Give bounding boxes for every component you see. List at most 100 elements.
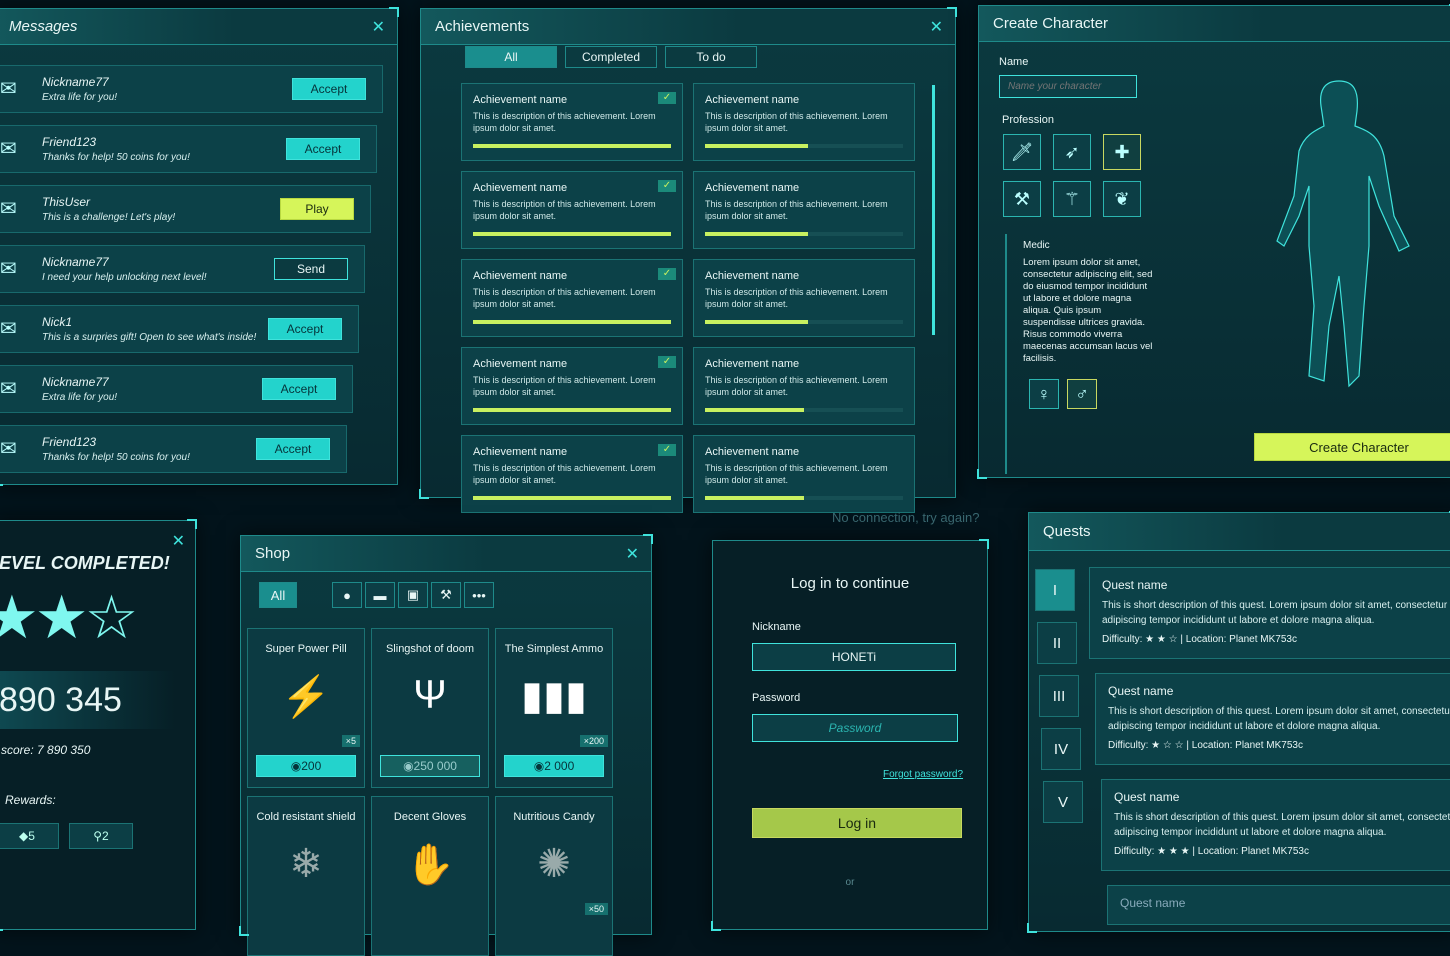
- level-score: 890 345: [0, 681, 122, 719]
- shop-header: Shop ✕: [241, 536, 651, 572]
- message-action-button[interactable]: Accept: [292, 78, 366, 100]
- more-icon[interactable]: •••: [464, 582, 494, 608]
- create-character-button[interactable]: Create Character: [1254, 433, 1450, 461]
- hammer-icon[interactable]: ⚒: [1003, 181, 1041, 217]
- messages-panel: Messages ✕ ✉ Nickname77 Extra life for you!…: [0, 7, 399, 486]
- coin-envelope-icon: ✉: [0, 138, 17, 160]
- key-icon: ⚲: [93, 829, 103, 843]
- close-icon[interactable]: ✕: [626, 544, 639, 564]
- envelope-icon: ✉: [0, 438, 17, 460]
- tab-completed[interactable]: Completed: [565, 46, 657, 68]
- coin-icon: ◉: [290, 759, 302, 773]
- male-icon[interactable]: ♂: [1067, 379, 1097, 409]
- quest-tab-iv[interactable]: IV: [1041, 728, 1081, 770]
- candy-icon: ✺: [537, 842, 571, 886]
- message-action-button[interactable]: Accept: [286, 138, 360, 160]
- message-action-button[interactable]: Send: [274, 258, 348, 280]
- quests-header: Quests: [1029, 513, 1450, 551]
- tab-all[interactable]: All: [259, 582, 297, 608]
- armor-icon[interactable]: ▣: [398, 582, 428, 608]
- buy-button[interactable]: ◉ 200: [256, 755, 356, 777]
- quest-name: Quest name: [1114, 790, 1180, 804]
- message-row: ✉ Nick1 This is a surpries gift! Open to s…: [0, 305, 359, 353]
- quest-card[interactable]: Quest name This is short description of t…: [1089, 567, 1450, 659]
- quest-card[interactable]: Quest name This is short description of t…: [1095, 673, 1450, 765]
- quest-card[interactable]: Quest name This is short description of t…: [1101, 779, 1450, 871]
- apple-icon[interactable]: ●: [332, 582, 362, 608]
- difficulty-stars: ★ ★ ☆ |: [1142, 634, 1186, 645]
- forgot-password-link[interactable]: Forgot password?: [883, 769, 963, 780]
- achievement-desc: This is description of this achievement.…: [473, 111, 656, 133]
- level-completed-panel: ✕ EVEL COMPLETED! ★★☆ 890 345 score: 7 8…: [0, 519, 197, 931]
- quest-desc: This is short description of this quest.…: [1114, 812, 1450, 838]
- shop-item: Decent Gloves ✋: [371, 796, 489, 956]
- password-input[interactable]: Password: [752, 714, 958, 742]
- message-action-button[interactable]: Accept: [268, 318, 342, 340]
- shield-icon: ❄: [289, 842, 323, 886]
- corner-accent: [977, 469, 987, 479]
- achievement-desc: This is description of this achievement.…: [473, 463, 656, 485]
- tab-to-do[interactable]: To do: [665, 46, 757, 68]
- achievement-progress: [705, 496, 903, 500]
- close-icon[interactable]: ✕: [930, 17, 943, 37]
- message-body: Thanks for help! 50 coins for you!: [42, 452, 190, 463]
- message-text: Nickname77 Extra life for you!: [42, 75, 117, 103]
- gun-icon[interactable]: ▬: [365, 582, 395, 608]
- item-price: 200: [301, 759, 322, 773]
- login-panel: Log in to continue Nickname HONETi Passw…: [711, 539, 989, 931]
- staff-icon[interactable]: ⚚: [1053, 181, 1091, 217]
- corner-accent: [979, 539, 989, 549]
- progress-fill: [705, 496, 804, 500]
- quest-tab-iii[interactable]: III: [1039, 675, 1079, 717]
- corner-accent: [711, 921, 721, 931]
- achievement-name: Achievement name: [473, 358, 568, 370]
- login-button[interactable]: Log in: [752, 808, 962, 838]
- nickname-input[interactable]: HONETi: [752, 643, 956, 671]
- corner-accent: [643, 534, 653, 544]
- hammer-icon[interactable]: ⚒: [431, 582, 461, 608]
- quest-desc: This is short description of this quest.…: [1102, 600, 1448, 626]
- connection-notice: No connection, try again?: [832, 510, 980, 525]
- character-name-input[interactable]: [999, 75, 1137, 98]
- quests-title: Quests: [1043, 523, 1091, 540]
- message-action-button[interactable]: Play: [280, 198, 354, 220]
- difficulty-label: Difficulty:: [1108, 740, 1149, 751]
- bow-icon[interactable]: ➶: [1053, 134, 1091, 170]
- medic-cross-icon[interactable]: ✚: [1103, 134, 1141, 170]
- name-label: Name: [999, 56, 1029, 68]
- achievement-name: Achievement name: [473, 270, 568, 282]
- quest-tab-i[interactable]: I: [1035, 569, 1075, 611]
- quest-tab-ii[interactable]: II: [1037, 622, 1077, 664]
- sword-envelope-icon: ✉: [0, 198, 17, 220]
- achievement-desc: This is description of this achievement.…: [473, 287, 656, 309]
- achievements-header: Achievements ✕: [421, 9, 955, 45]
- quest-card[interactable]: Quest name: [1107, 885, 1450, 925]
- quest-tab-v[interactable]: V: [1043, 781, 1083, 823]
- item-name: Cold resistant shield: [256, 811, 356, 823]
- message-sender: Nickname77: [42, 255, 109, 269]
- tab-all[interactable]: All: [465, 46, 557, 68]
- quest-name: Quest name: [1102, 578, 1168, 592]
- best-score: score: 7 890 350: [1, 743, 91, 757]
- achievement-desc: This is description of this achievement.…: [705, 199, 888, 221]
- message-action-button[interactable]: Accept: [262, 378, 336, 400]
- message-text: ThisUser This is a challenge! Let's play!: [42, 195, 175, 223]
- message-action-button[interactable]: Accept: [256, 438, 330, 460]
- message-sender: Nickname77: [42, 375, 109, 389]
- close-icon[interactable]: ✕: [372, 17, 385, 37]
- password-label: Password: [752, 692, 801, 704]
- scrollbar[interactable]: [932, 85, 935, 335]
- ammo-icon: ▮▮▮: [520, 674, 588, 718]
- buy-button[interactable]: ◉ 250 000: [380, 755, 480, 777]
- check-icon: ✓: [658, 92, 676, 104]
- difficulty-stars: ★ ☆ ☆ |: [1148, 740, 1192, 751]
- buy-button[interactable]: ◉ 2 000: [504, 755, 604, 777]
- messages-header: Messages ✕: [0, 9, 397, 45]
- leaf-icon[interactable]: ❦: [1103, 181, 1141, 217]
- female-icon[interactable]: ♀: [1029, 379, 1059, 409]
- close-icon[interactable]: ✕: [172, 531, 185, 551]
- profession-label: Profession: [1002, 114, 1054, 126]
- sword-icon[interactable]: 🗡: [1003, 134, 1041, 170]
- corner-accent: [187, 519, 197, 529]
- message-body: Extra life for you!: [42, 392, 118, 403]
